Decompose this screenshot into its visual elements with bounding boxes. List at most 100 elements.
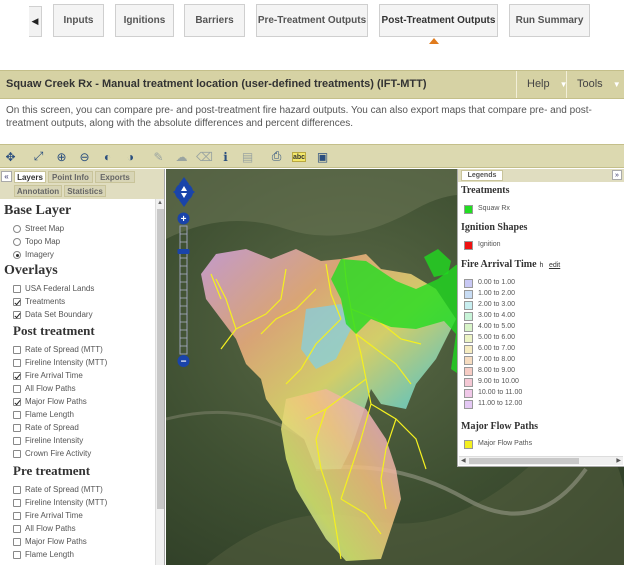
pre-treatment-item[interactable]: Fire Arrival Time [13, 510, 83, 521]
checkbox[interactable] [13, 485, 21, 494]
zoom-slider[interactable]: + − [177, 212, 190, 368]
zoom-in-icon[interactable]: ⊕ [53, 148, 70, 165]
scroll-left-icon[interactable]: ◀ [461, 457, 466, 464]
pre-treatment-item[interactable]: Rate of Spread (MTT) [13, 484, 103, 495]
step-inputs[interactable]: Inputs [53, 4, 104, 37]
steps-back-button[interactable]: ◀ [29, 6, 42, 37]
legend-label: Squaw Rx [478, 205, 510, 212]
print-icon[interactable]: ▤ [239, 148, 256, 165]
pre-treatment-item[interactable]: Flame Length [13, 549, 74, 560]
legend-unit: h [539, 262, 544, 269]
radio-topo-map[interactable] [13, 237, 21, 246]
measure-icon[interactable]: ☁ [173, 148, 190, 165]
pre-treatment-item[interactable]: Major Flow Paths [13, 536, 87, 547]
base-layer-option[interactable]: Topo Map [13, 236, 60, 247]
legend-arrival-title: Fire Arrival Time h edit [461, 259, 560, 270]
legend-scrollbar[interactable]: ◀ ▶ [459, 456, 623, 465]
legend-scrollbar-thumb[interactable] [469, 458, 579, 464]
radio-imagery[interactable] [13, 250, 21, 259]
overlay-item[interactable]: USA Federal Lands [13, 283, 94, 294]
checkbox[interactable] [13, 498, 21, 507]
checkbox[interactable] [13, 384, 21, 393]
panel-tabs: « Layers Point Info Exports Annotation S… [0, 169, 164, 199]
zoom-extent-icon[interactable]: ⤢ [30, 148, 47, 165]
bookmark-icon[interactable]: ▣ [314, 148, 331, 165]
legend-swatch [464, 240, 473, 250]
export-map-icon[interactable]: ⎙ [268, 148, 285, 165]
post-treatment-item[interactable]: Fireline Intensity [13, 435, 83, 446]
pan-tool-icon[interactable]: ✥ [2, 148, 19, 165]
step-pre-treatment-outputs[interactable]: Pre-Treatment Outputs [256, 4, 368, 37]
pan-up-icon[interactable] [179, 177, 189, 184]
checkbox[interactable] [13, 284, 21, 293]
checkbox[interactable] [13, 423, 21, 432]
tab-annotation[interactable]: Annotation [14, 185, 62, 197]
base-layer-option[interactable]: Street Map [13, 223, 64, 234]
expand-legend-button[interactable]: » [612, 170, 622, 180]
checkbox[interactable] [13, 297, 21, 306]
checkbox[interactable] [13, 410, 21, 419]
legend-swatch [464, 399, 473, 409]
scroll-up-icon[interactable]: ▲ [157, 200, 163, 206]
checkbox[interactable] [13, 371, 21, 380]
pre-treatment-item[interactable]: All Flow Paths [13, 523, 76, 534]
legend-arrival-title-text: Fire Arrival Time [461, 259, 537, 270]
zoom-next-icon[interactable]: ◑ [122, 148, 139, 165]
tools-menu[interactable]: Tools ▼ [566, 71, 624, 98]
post-treatment-item[interactable]: Major Flow Paths [13, 396, 87, 407]
help-menu[interactable]: Help ▼ [516, 71, 568, 98]
checkbox[interactable] [13, 397, 21, 406]
step-post-treatment-outputs[interactable]: Post-Treatment Outputs [379, 4, 498, 37]
legend-edit-link[interactable]: edit [549, 262, 560, 269]
tab-layers[interactable]: Layers [14, 171, 46, 183]
checkbox[interactable] [13, 436, 21, 445]
pan-control[interactable] [172, 175, 196, 209]
overlays-heading: Overlays [4, 263, 58, 278]
legend-label: 10.00 to 11.00 [478, 389, 523, 396]
post-treatment-item[interactable]: Flame Length [13, 409, 74, 420]
checkbox[interactable] [13, 310, 21, 319]
checkbox[interactable] [13, 550, 21, 559]
collapse-panel-button[interactable]: « [1, 171, 12, 182]
post-treatment-item[interactable]: All Flow Paths [13, 383, 76, 394]
checkbox[interactable] [13, 524, 21, 533]
clear-icon[interactable]: ⌫ [196, 148, 213, 165]
post-treatment-item[interactable]: Rate of Spread (MTT) [13, 344, 103, 355]
post-treatment-item[interactable]: Crown Fire Activity [13, 448, 91, 459]
zoom-slider-handle[interactable] [177, 249, 190, 254]
tab-legends[interactable]: Legends [461, 170, 503, 181]
checkbox[interactable] [13, 345, 21, 354]
panel-scrollbar[interactable]: ▲ [155, 199, 164, 565]
draw-line-icon[interactable]: ✎ [150, 148, 167, 165]
legend-item: 10.00 to 11.00 [464, 388, 522, 398]
pre-treatment-item[interactable]: Fireline Intensity (MTT) [13, 497, 107, 508]
checkbox[interactable] [13, 511, 21, 520]
radio-street-map[interactable] [13, 224, 21, 233]
item-label: Fireline Intensity [25, 436, 84, 445]
base-layer-option[interactable]: Imagery [13, 249, 54, 260]
checkbox[interactable] [13, 358, 21, 367]
label-icon[interactable]: abc [292, 152, 306, 162]
overlay-item[interactable]: Treatments [13, 296, 65, 307]
item-label: Rate of Spread [25, 423, 79, 432]
step-barriers[interactable]: Barriers [184, 4, 245, 37]
scroll-right-icon[interactable]: ▶ [616, 457, 621, 464]
step-run-summary[interactable]: Run Summary [509, 4, 590, 37]
post-treatment-item[interactable]: Rate of Spread [13, 422, 79, 433]
page-title-bar: Squaw Creek Rx - Manual treatment locati… [0, 70, 624, 99]
pan-down-icon[interactable] [179, 200, 189, 207]
post-treatment-item[interactable]: Fire Arrival Time [13, 370, 83, 381]
tab-point-info[interactable]: Point Info [48, 171, 93, 183]
legend-swatch [464, 300, 473, 310]
tab-exports[interactable]: Exports [95, 171, 135, 183]
identify-icon[interactable]: ℹ [217, 148, 234, 165]
checkbox[interactable] [13, 537, 21, 546]
zoom-previous-icon[interactable]: ◐ [99, 148, 116, 165]
zoom-out-icon[interactable]: ⊖ [76, 148, 93, 165]
tab-statistics[interactable]: Statistics [64, 185, 106, 197]
scrollbar-thumb[interactable] [157, 209, 164, 509]
overlay-item[interactable]: Data Set Boundary [13, 309, 93, 320]
post-treatment-item[interactable]: Fireline Intensity (MTT) [13, 357, 107, 368]
step-ignitions[interactable]: Ignitions [115, 4, 174, 37]
checkbox[interactable] [13, 449, 21, 458]
